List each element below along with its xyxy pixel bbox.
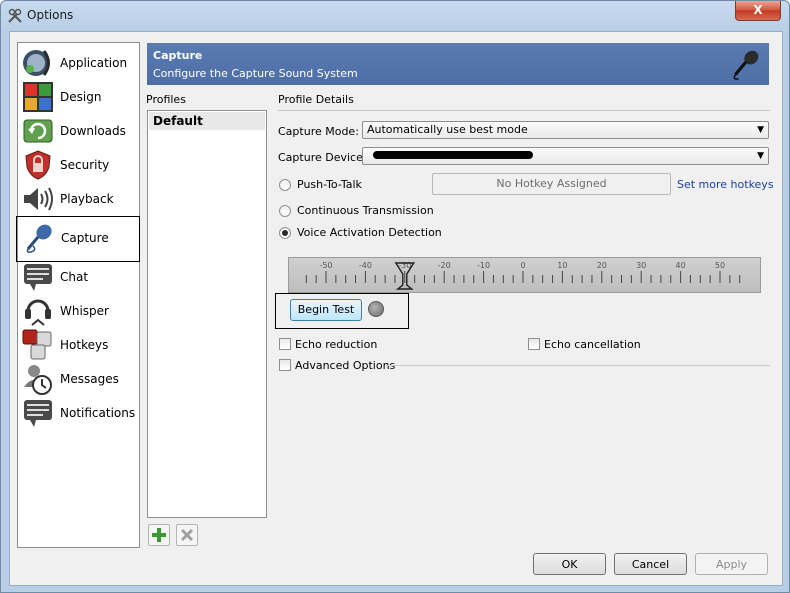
sidebar-item-application[interactable]: Application	[18, 46, 139, 80]
capture-device-label: Capture Device:	[278, 151, 367, 164]
options-window: Options X Application Design Downloads S…	[0, 0, 790, 593]
profiles-heading: Profiles	[146, 93, 186, 106]
echo-cancellation-checkbox[interactable]	[528, 338, 540, 350]
sidebar-item-label: Hotkeys	[60, 338, 109, 352]
section-subtitle: Configure the Capture Sound System	[153, 67, 358, 80]
remove-profile-button[interactable]	[176, 524, 198, 546]
messages-icon	[24, 365, 52, 395]
continuous-transmission-label: Continuous Transmission	[297, 204, 434, 217]
section-header: Capture Configure the Capture Sound Syst…	[147, 43, 769, 85]
meter-tick-label: 50	[715, 261, 725, 270]
microphone-icon	[733, 50, 759, 80]
echo-reduction-label: Echo reduction	[295, 338, 378, 351]
section-title: Capture	[153, 49, 203, 62]
meter-scale: -50 -40 -30 -20 -10 0 10 20 30 40 50	[305, 261, 741, 290]
hotkeys-icon	[22, 329, 52, 360]
sidebar-item-security[interactable]: Security	[18, 148, 139, 182]
sidebar-item-chat[interactable]: Chat	[18, 260, 139, 294]
sidebar-item-label: Chat	[60, 270, 89, 284]
status-led-icon	[368, 301, 384, 317]
x-icon	[180, 528, 194, 542]
downloads-icon	[23, 119, 53, 143]
meter-tick-label: 0	[520, 261, 525, 270]
meter-tick-label: -10	[477, 261, 490, 270]
sidebar-item-hotkeys[interactable]: Hotkeys	[18, 328, 139, 362]
chat-icon	[24, 264, 52, 291]
hotkey-field[interactable]: No Hotkey Assigned	[432, 173, 671, 195]
meter-tick-label: -20	[438, 261, 451, 270]
close-button[interactable]: X	[735, 1, 781, 21]
continuous-transmission-radio[interactable]	[279, 205, 291, 217]
whisper-icon	[25, 299, 51, 326]
window-title: Options	[27, 8, 74, 22]
list-item[interactable]: Default	[149, 112, 265, 130]
advanced-options-label: Advanced Options	[295, 359, 396, 372]
sidebar-item-capture[interactable]: Capture	[16, 216, 140, 262]
sidebar-item-downloads[interactable]: Downloads	[18, 114, 139, 148]
meter-tick-label: -50	[319, 261, 332, 270]
category-sidebar: Application Design Downloads Security Pl…	[16, 42, 140, 548]
tools-icon	[8, 8, 22, 23]
sidebar-item-whisper[interactable]: Whisper	[18, 294, 139, 328]
playback-icon	[24, 187, 53, 211]
apply-button[interactable]: Apply	[695, 553, 768, 575]
sidebar-item-label: Downloads	[60, 124, 126, 138]
add-profile-button[interactable]	[148, 524, 170, 546]
dialog-client: Application Design Downloads Security Pl…	[9, 31, 783, 586]
meter-tick-label: 20	[597, 261, 607, 270]
push-to-talk-radio[interactable]	[279, 179, 291, 191]
sidebar-item-label: Messages	[60, 372, 119, 386]
capture-mode-select[interactable]: Automatically use best mode ▼	[362, 121, 769, 139]
notifications-icon	[24, 400, 52, 427]
sidebar-item-label: Playback	[60, 192, 114, 206]
voice-activation-label: Voice Activation Detection	[297, 226, 442, 239]
design-icon	[23, 82, 53, 112]
divider	[278, 110, 770, 111]
begin-test-button[interactable]: Begin Test	[290, 299, 362, 321]
capture-icon	[26, 224, 52, 253]
sidebar-item-notifications[interactable]: Notifications	[18, 396, 139, 430]
meter-tick-label: -40	[359, 261, 372, 270]
sidebar-item-playback[interactable]: Playback	[18, 182, 139, 216]
capture-mode-value: Automatically use best mode	[367, 123, 528, 136]
divider	[386, 365, 770, 366]
sidebar-item-label: Notifications	[60, 406, 136, 420]
capture-mode-label: Capture Mode:	[278, 125, 359, 138]
title-bar[interactable]: Options X	[1, 1, 789, 31]
set-more-hotkeys-link[interactable]: Set more hotkeys	[677, 178, 774, 191]
chevron-down-icon: ▼	[757, 125, 764, 135]
sidebar-item-label: Design	[60, 90, 102, 104]
sidebar-item-design[interactable]: Design	[18, 80, 139, 114]
sidebar-item-messages[interactable]: Messages	[18, 362, 139, 396]
sidebar-item-label: Application	[60, 56, 128, 70]
ok-button[interactable]: OK	[533, 553, 606, 575]
chevron-down-icon: ▼	[757, 151, 764, 161]
push-to-talk-label: Push-To-Talk	[297, 178, 362, 191]
cancel-button[interactable]: Cancel	[614, 553, 687, 575]
plus-icon	[152, 528, 166, 542]
security-icon	[25, 150, 51, 180]
profile-details-heading: Profile Details	[278, 93, 354, 106]
meter-tick-label: 10	[557, 261, 567, 270]
capture-device-select[interactable]: ▼	[362, 147, 769, 165]
advanced-options-checkbox[interactable]	[279, 359, 291, 371]
echo-cancellation-label: Echo cancellation	[544, 338, 641, 351]
close-icon: X	[753, 3, 763, 17]
sidebar-item-label: Capture	[61, 231, 109, 245]
redacted-device-name	[373, 151, 533, 159]
sidebar-item-label: Security	[60, 158, 110, 172]
sidebar-item-label: Whisper	[60, 304, 109, 318]
echo-reduction-checkbox[interactable]	[279, 338, 291, 350]
meter-tick-label: 40	[676, 261, 686, 270]
application-icon	[23, 50, 50, 76]
profiles-list[interactable]: Default	[147, 110, 267, 518]
voice-activation-meter[interactable]: -50 -40 -30 -20 -10 0 10 20 30 40 50	[288, 257, 761, 293]
voice-activation-radio[interactable]	[279, 227, 291, 239]
meter-tick-label: 30	[636, 261, 646, 270]
